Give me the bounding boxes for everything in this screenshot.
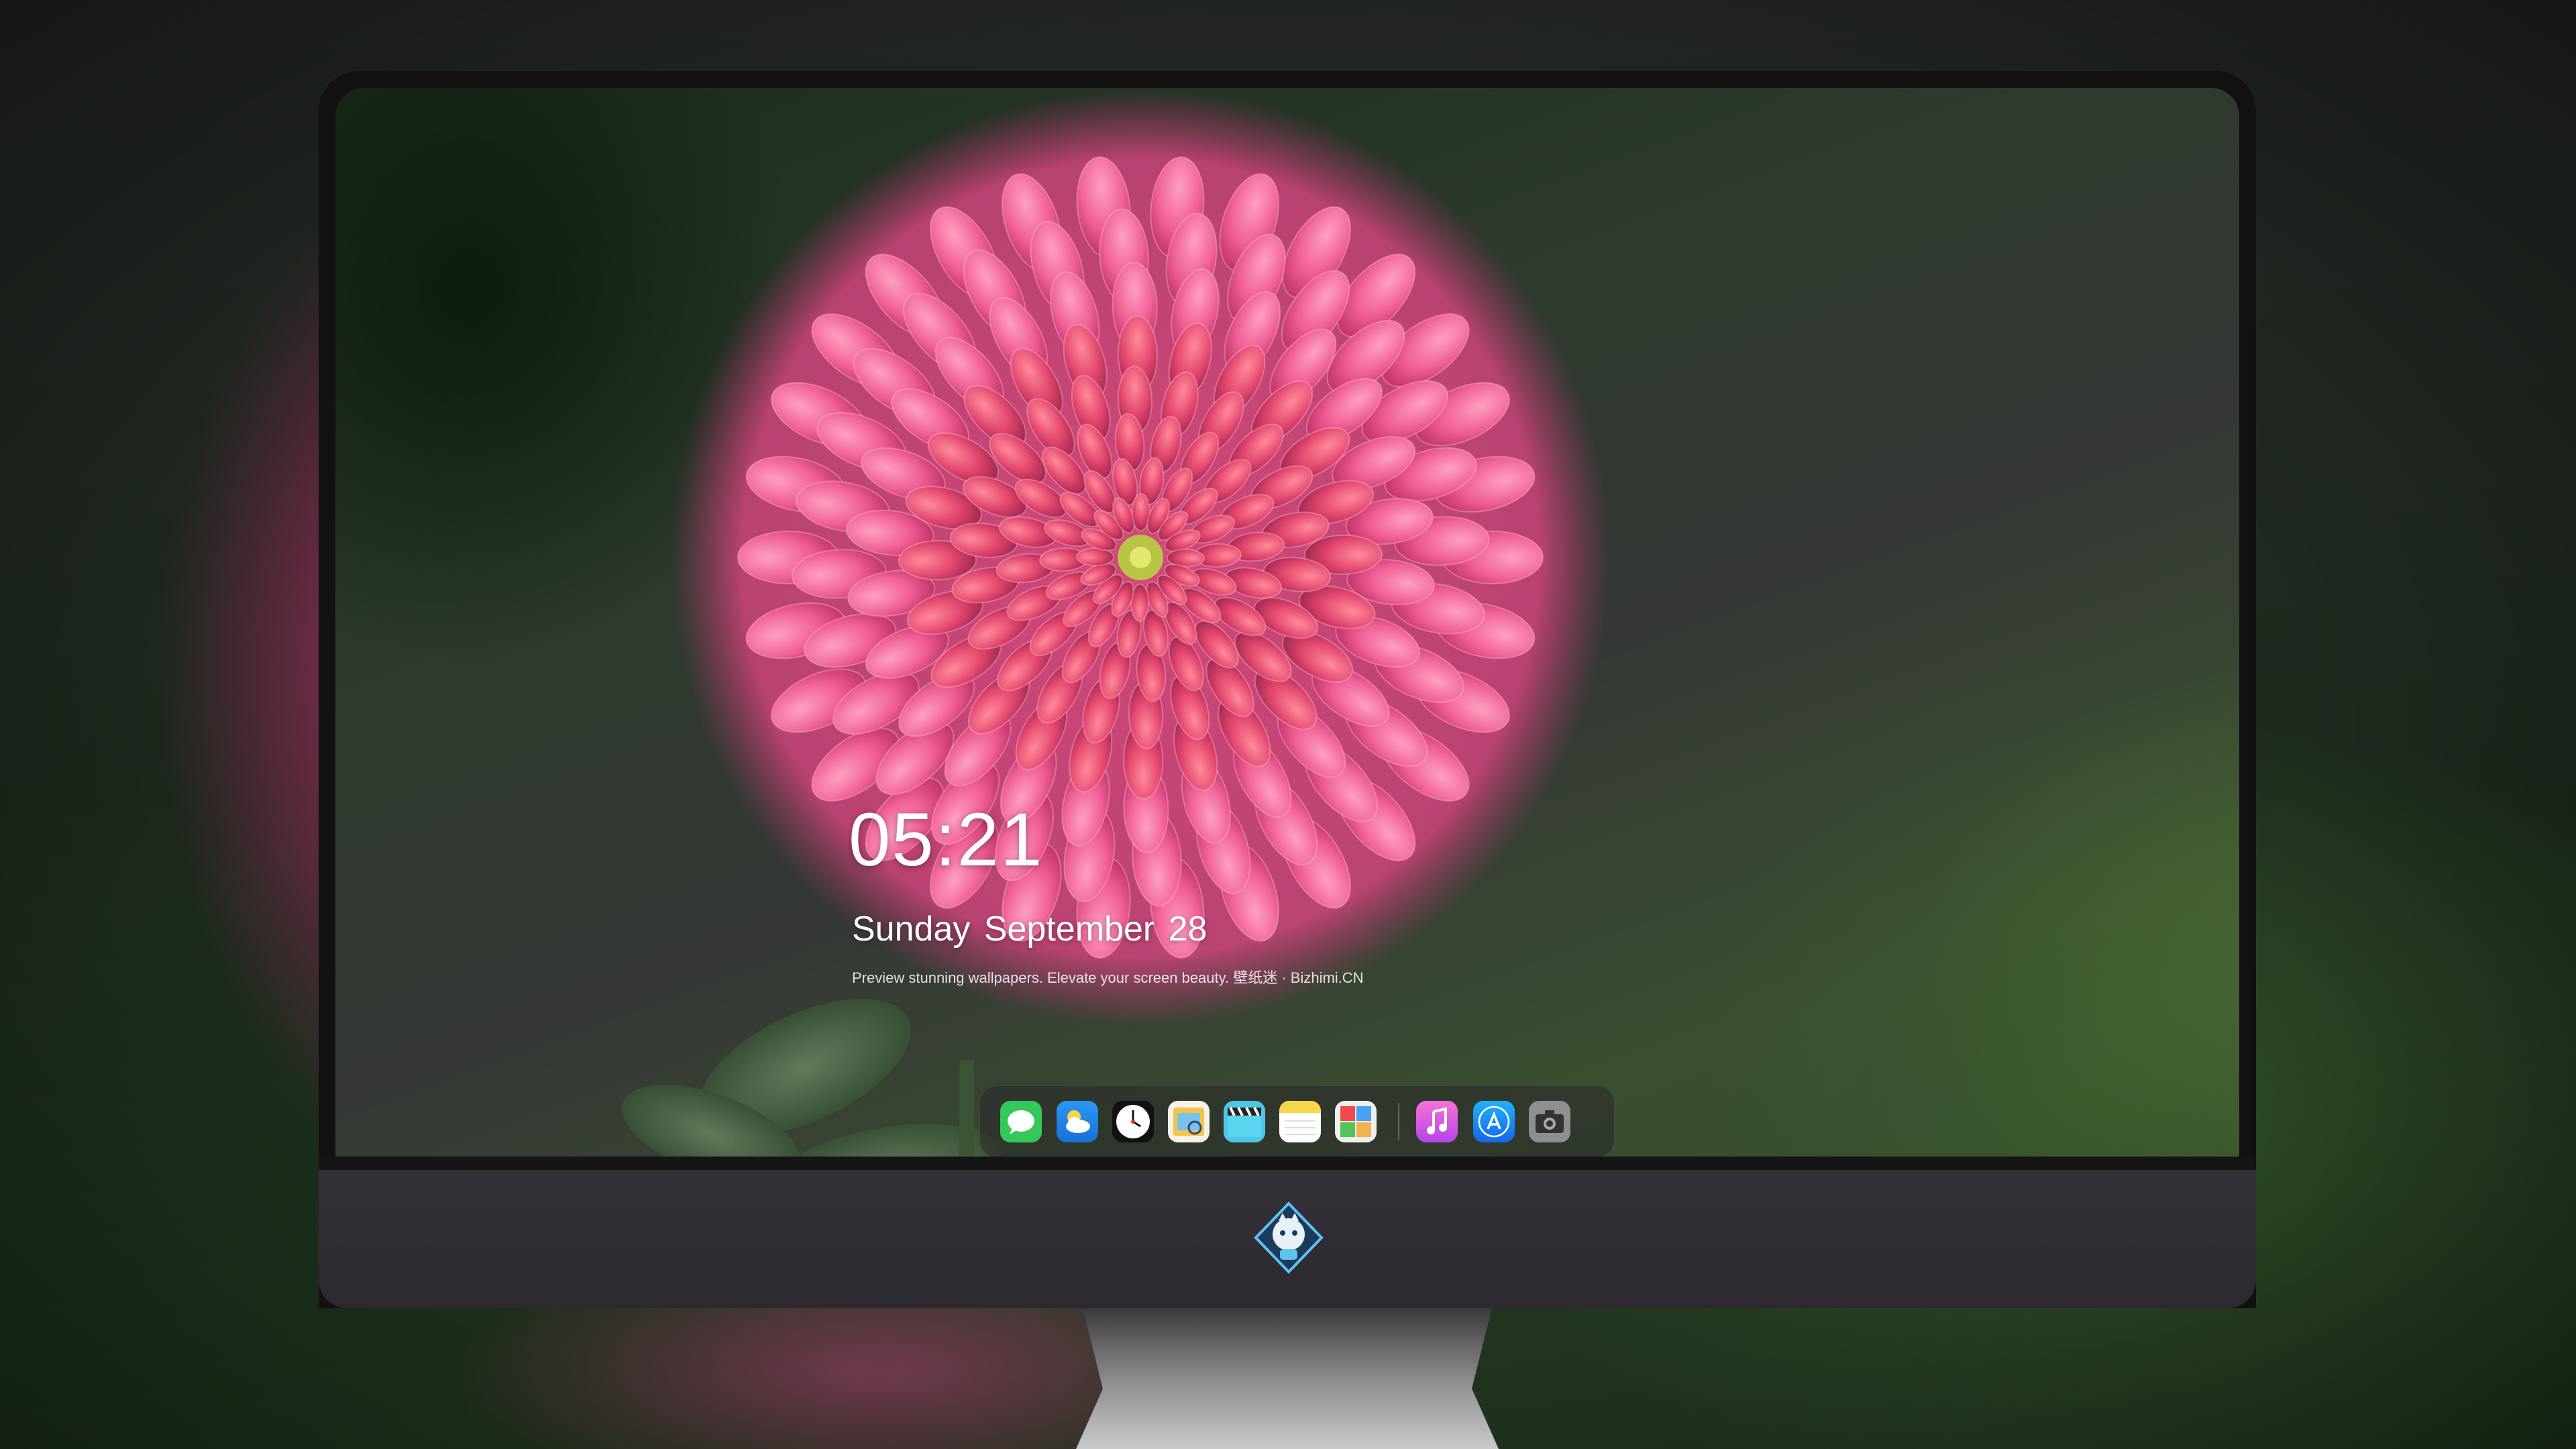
monitor-frame: 05:21 Sunday September 28 Preview stunni… bbox=[319, 71, 2256, 1308]
dock-separator bbox=[1398, 1103, 1399, 1140]
lock-screen-tagline: Preview stunning wallpapers. Elevate you… bbox=[852, 969, 1364, 986]
dahlia-wallpaper bbox=[621, 88, 1610, 1224]
messages-icon[interactable] bbox=[1000, 1101, 1042, 1142]
dock bbox=[979, 1085, 1615, 1158]
clock-icon[interactable] bbox=[1112, 1101, 1154, 1142]
preview-icon[interactable] bbox=[1168, 1101, 1210, 1142]
notes-icon[interactable] bbox=[1279, 1101, 1321, 1142]
lock-screen-date: Sunday September 28 bbox=[852, 910, 1208, 949]
weather-icon[interactable] bbox=[1057, 1101, 1098, 1142]
photos-icon[interactable] bbox=[1335, 1101, 1377, 1142]
monitor-stand bbox=[1076, 1308, 1499, 1449]
brand-logo-icon bbox=[1254, 1201, 1324, 1274]
camera-icon[interactable] bbox=[1529, 1101, 1570, 1142]
lock-screen-time: 05:21 bbox=[849, 798, 1044, 881]
app-store-icon[interactable] bbox=[1473, 1101, 1515, 1142]
desktop-screen: 05:21 Sunday September 28 Preview stunni… bbox=[335, 88, 2239, 1224]
music-icon[interactable] bbox=[1416, 1101, 1458, 1142]
monitor-bezel-bottom bbox=[319, 1157, 2256, 1171]
video-icon[interactable] bbox=[1224, 1101, 1265, 1142]
